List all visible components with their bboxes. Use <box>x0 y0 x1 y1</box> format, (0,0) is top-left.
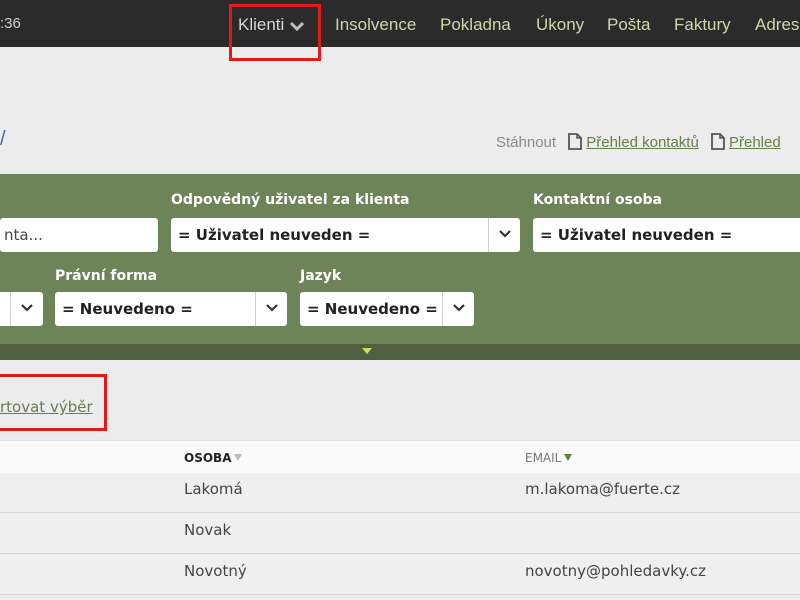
chevron-down-icon <box>290 16 305 36</box>
filter-toggle-bar[interactable] <box>0 344 800 360</box>
table-row[interactable]: Novak <box>0 514 800 554</box>
responsible-user-select[interactable]: = Uživatel neuveden = <box>171 218 520 252</box>
language-value: = Neuvedeno = <box>307 300 438 318</box>
chevron-down-icon <box>10 292 43 326</box>
cell-osoba: Novak <box>184 521 232 539</box>
nav-item-posta[interactable]: Pošta <box>607 15 650 35</box>
nav-item-insolvence[interactable]: Insolvence <box>335 15 416 35</box>
document-icon <box>711 133 725 154</box>
legal-form-label: Právní forma <box>55 268 158 284</box>
expand-arrow-icon[interactable] <box>362 348 372 354</box>
clients-table: OSOBA EMAIL Lakomá m.lakoma@fuerte.cz No… <box>0 440 800 600</box>
download-contacts-link[interactable]: Přehled kontaktů <box>586 134 699 151</box>
responsible-user-value: = Uživatel neuveden = <box>178 226 371 244</box>
session-timer: :36 <box>0 15 21 32</box>
cell-email: novotny@pohledavky.cz <box>525 562 706 580</box>
partial-select[interactable] <box>0 292 43 326</box>
column-header-label: OSOBA <box>184 451 232 465</box>
chevron-down-icon <box>255 292 288 326</box>
document-icon <box>568 133 583 154</box>
client-search-input[interactable] <box>0 218 158 252</box>
responsible-user-label: Odpovědný uživatel za klienta <box>171 192 410 208</box>
nav-item-klienti[interactable]: Klienti <box>238 15 305 36</box>
column-header-osoba[interactable]: OSOBA <box>184 451 243 465</box>
table-header: OSOBA EMAIL <box>0 440 800 474</box>
nav-item-adresar[interactable]: Adres <box>755 15 799 35</box>
cell-email: m.lakoma@fuerte.cz <box>525 480 681 498</box>
download-links-row: Stáhnout Přehled kontaktů Přehled <box>496 133 781 154</box>
contact-person-label: Kontaktní osoba <box>533 192 663 208</box>
filter-panel: Odpovědný uživatel za klienta = Uživatel… <box>0 174 800 344</box>
sort-selection-link[interactable]: rtovat výběr <box>0 398 93 416</box>
top-navigation-bar: :36 Klienti Insolvence Pokladna Úkony Po… <box>0 0 800 47</box>
table-row[interactable]: Novotný novotny@pohledavky.cz <box>0 555 800 595</box>
sort-icon <box>234 454 243 461</box>
column-header-email[interactable]: EMAIL <box>525 451 573 465</box>
cell-osoba: Novotný <box>184 562 247 580</box>
language-label: Jazyk <box>300 268 342 284</box>
contact-person-value: = Uživatel neuveden = <box>540 226 733 244</box>
sort-icon <box>564 454 573 461</box>
download-overview-link[interactable]: Přehled <box>729 134 781 151</box>
legal-form-value: = Neuvedeno = <box>62 300 193 318</box>
page-title-fragment: / <box>0 128 6 150</box>
cell-osoba: Lakomá <box>184 480 243 498</box>
column-header-label: EMAIL <box>525 451 562 465</box>
contact-person-select[interactable]: = Uživatel neuveden = <box>533 218 800 252</box>
nav-item-faktury[interactable]: Faktury <box>674 15 731 35</box>
language-select[interactable]: = Neuvedeno = <box>300 292 474 326</box>
download-label: Stáhnout <box>496 134 557 151</box>
chevron-down-icon <box>442 292 475 326</box>
table-row[interactable]: Lakomá m.lakoma@fuerte.cz <box>0 473 800 513</box>
nav-item-label: Klienti <box>238 15 285 34</box>
nav-item-pokladna[interactable]: Pokladna <box>440 15 511 35</box>
nav-item-ukony[interactable]: Úkony <box>536 15 584 35</box>
legal-form-select[interactable]: = Neuvedeno = <box>55 292 287 326</box>
chevron-down-icon <box>488 218 521 252</box>
